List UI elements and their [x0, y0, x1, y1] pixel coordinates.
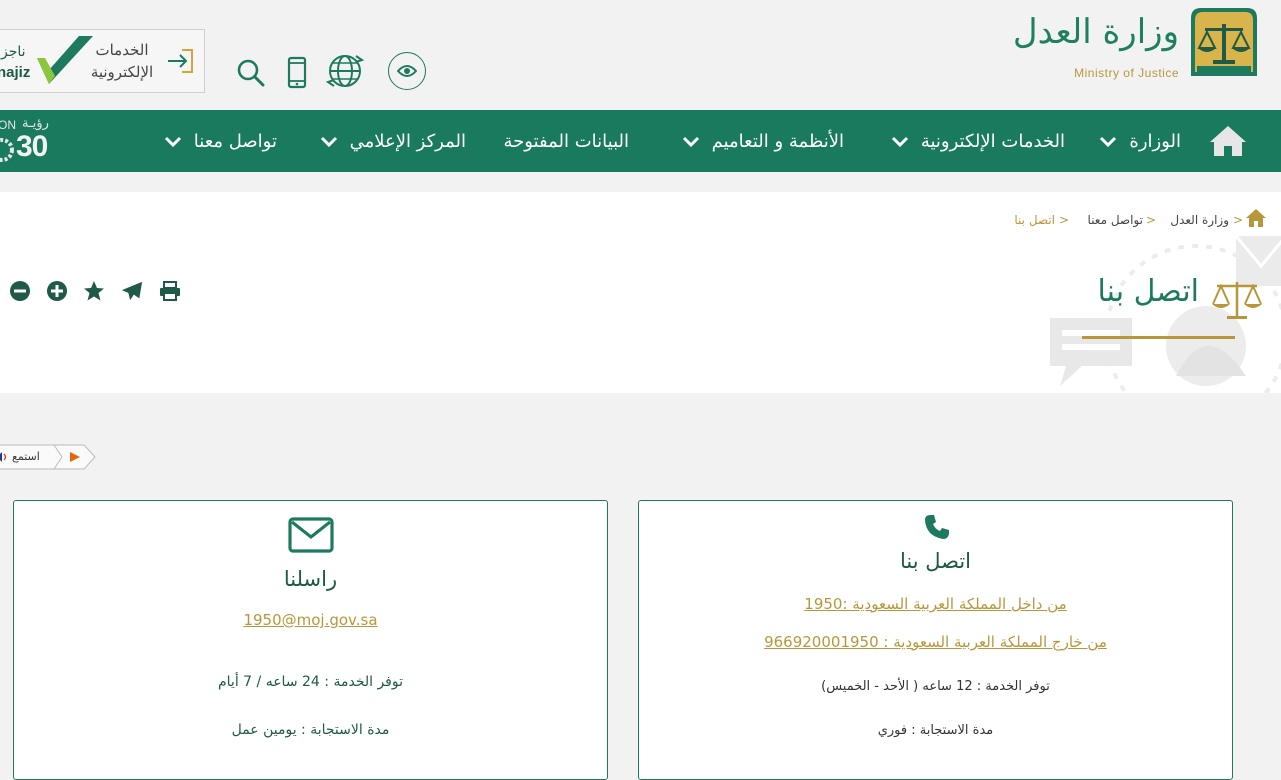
nav-ministry[interactable]: الوزارة [1099, 110, 1181, 172]
vision-ar-text: رؤيـة [22, 116, 49, 131]
email-response-time: مدة الاستجابة : يومين عمل [231, 722, 390, 738]
nav-contact-us-label: تواصل معنا [193, 130, 277, 152]
contact-email-card: راسلنا 1950@moj.gov.sa توفر الخدمة : 24 … [13, 500, 608, 780]
breadcrumb-ministry[interactable]: وزارة العدل [1170, 213, 1229, 227]
minus-circle-icon [10, 281, 30, 301]
chevron-down-icon [891, 136, 908, 147]
globe-icon [325, 55, 365, 87]
nav-eservices-label: الخدمات الإلكترونية [920, 130, 1065, 152]
eservices-label-line1: الخدمات [95, 42, 149, 59]
print-button[interactable] [159, 280, 181, 302]
search-button[interactable] [236, 58, 266, 88]
nav-regulations-label: الأنظمة و التعاميم [711, 130, 844, 152]
star-icon [84, 281, 104, 301]
search-icon [237, 59, 265, 87]
najiz-arabic-text: ناجز [1, 44, 26, 60]
increase-font-button[interactable] [46, 280, 68, 302]
listen-button[interactable]: استمع [0, 444, 96, 470]
mobile-icon [287, 56, 307, 89]
eye-icon [397, 65, 417, 77]
ministry-logo-arabic[interactable]: وزارة العدل [1013, 12, 1179, 52]
eservices-najiz-link[interactable]: الخدمات الإلكترونية ناجز najiz [0, 29, 205, 93]
nav-contact-us[interactable]: تواصل معنا [164, 110, 277, 172]
listen-label: استمع [12, 450, 40, 463]
vision-2030-logo[interactable]: ON رؤيـة 30 [0, 116, 70, 168]
home-icon [1246, 209, 1266, 227]
speaker-icon [0, 452, 7, 462]
eservices-label: الخدمات الإلكترونية [82, 40, 162, 84]
favorite-button[interactable] [83, 280, 105, 302]
eservices-label-line2: الإلكترونية [90, 64, 154, 81]
title-underline [1082, 336, 1235, 339]
nav-regulations[interactable]: الأنظمة و التعاميم [682, 110, 844, 172]
vision-number: 30 [16, 130, 48, 163]
login-arrow-icon [166, 46, 196, 76]
nav-ministry-label: الوزارة [1129, 130, 1181, 152]
send-icon [121, 281, 143, 301]
chevron-down-icon [320, 136, 337, 147]
chevron-down-icon [164, 136, 181, 147]
breadcrumb-sep: > [1232, 213, 1243, 227]
najiz-english-text: najiz [0, 64, 31, 81]
contact-phone-card: اتصل بنا من داخل المملكة العربية السعودي… [638, 500, 1233, 780]
print-icon [160, 281, 180, 301]
nav-open-data[interactable]: البيانات المفتوحة [504, 110, 630, 172]
scales-icon [1212, 282, 1262, 319]
chevron-down-icon [682, 136, 699, 147]
nav-open-data-label: البيانات المفتوحة [503, 130, 630, 152]
home-nav-button[interactable] [1208, 123, 1248, 159]
inside-kingdom-phone-link[interactable]: من داخل المملكة العربية السعودية :1950 [639, 595, 1232, 613]
outside-kingdom-phone-link[interactable]: من خارج المملكة العربية السعودية : 96692… [639, 633, 1232, 651]
email-address-link[interactable]: 1950@moj.gov.sa [14, 611, 607, 629]
envelope-icon [288, 517, 334, 553]
nav-eservices[interactable]: الخدمات الإلكترونية [891, 110, 1065, 172]
nav-media-center-label: المركز الإعلامي [349, 130, 466, 152]
ministry-emblem[interactable] [1185, 4, 1263, 82]
breadcrumb-current: اتصل بنا [1014, 213, 1055, 227]
decrease-font-button[interactable] [9, 280, 31, 302]
top-header: وزارة العدل Ministry of Justice الخدمات … [0, 0, 1281, 110]
main-nav: الوزارة الخدمات الإلكترونية الأنظمة و ال… [0, 110, 1281, 172]
language-globe-button[interactable] [325, 52, 365, 90]
breadcrumb-contact[interactable]: تواصل معنا [1088, 213, 1143, 227]
phone-icon [925, 515, 949, 539]
contact-card-title: اتصل بنا [899, 549, 972, 573]
contact-availability: توفر الخدمة : 12 ساعه ( الأحد - الخميس) [821, 679, 1050, 694]
share-button[interactable] [121, 280, 143, 302]
breadcrumb-sep: > [1145, 213, 1156, 227]
najiz-logo: ناجز najiz [0, 34, 94, 90]
mobile-app-button[interactable] [286, 56, 308, 90]
email-card-title: راسلنا [283, 567, 338, 591]
page-header-band: > وزارة العدل > تواصل معنا > اتصل بنا ات… [0, 192, 1281, 393]
breadcrumb-home-button[interactable] [1245, 208, 1271, 230]
home-icon [1210, 126, 1246, 156]
email-availability: توفر الخدمة : 24 ساعه / 7 أيام [217, 674, 404, 690]
ministry-logo-english[interactable]: Ministry of Justice [1074, 66, 1179, 80]
plus-circle-icon [47, 281, 67, 301]
accessibility-eye-button[interactable] [388, 52, 426, 90]
breadcrumb-sep: > [1058, 213, 1069, 227]
nav-media-center[interactable]: المركز الإعلامي [320, 110, 466, 172]
contact-response-time: مدة الاستجابة : فوري [877, 723, 994, 738]
chevron-down-icon [1100, 136, 1117, 147]
vision-en-text: ON [0, 118, 16, 132]
page-title: اتصل بنا [1097, 274, 1200, 309]
